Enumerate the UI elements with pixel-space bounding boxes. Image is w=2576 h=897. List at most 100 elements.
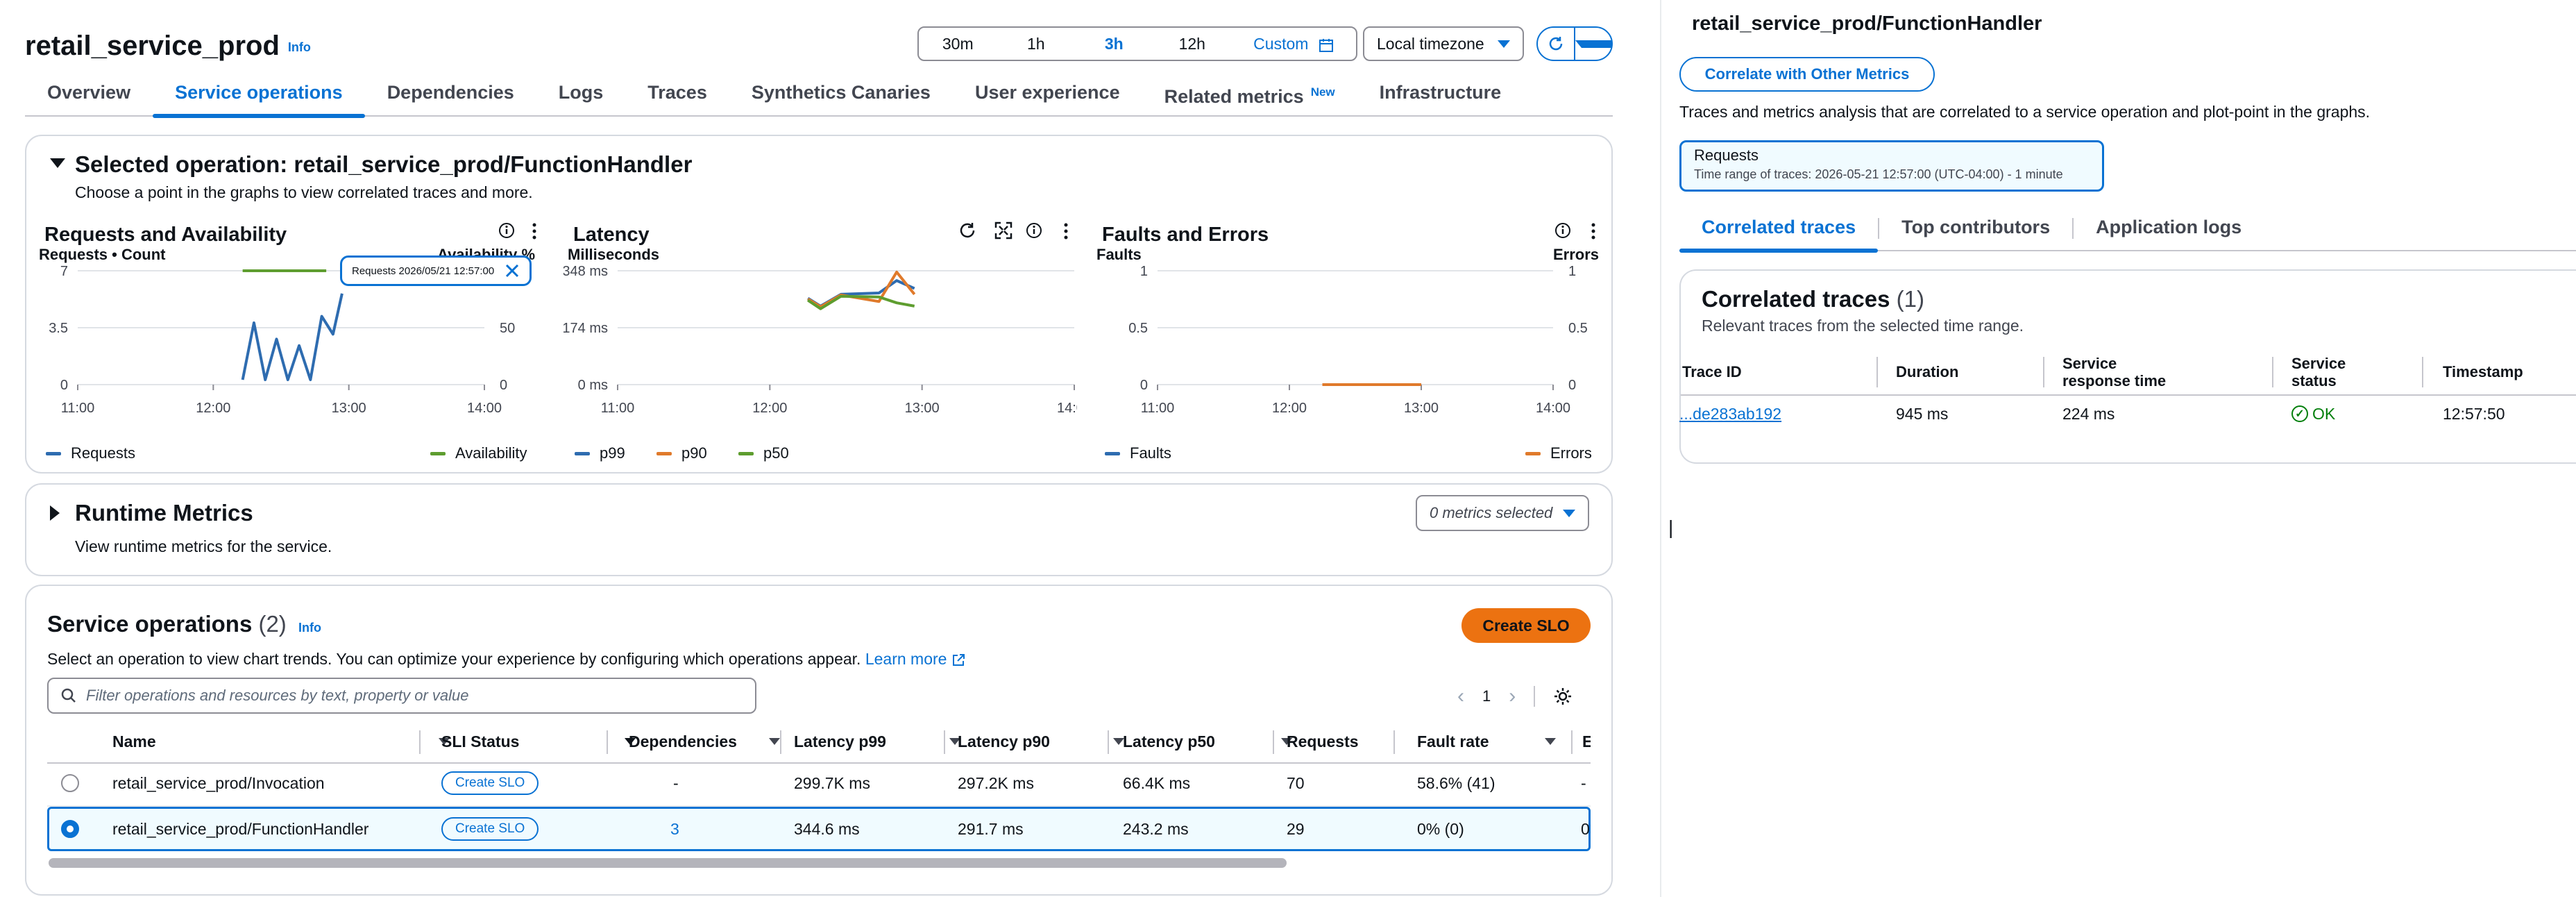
status-text: OK	[2312, 404, 2336, 423]
close-icon[interactable]	[505, 263, 520, 278]
refresh-options-button[interactable]	[1575, 28, 1611, 60]
sort-icon	[1545, 738, 1556, 745]
row-radio[interactable]	[61, 761, 79, 805]
more-options-icon[interactable]	[530, 222, 539, 240]
faults-errors-chart[interactable]: 0 0.5 1 0 0.5 1 11:00 12:00 13:00 14:00	[1094, 261, 1604, 428]
tab-user-experience[interactable]: User experience	[953, 72, 1142, 115]
col-latency-p50[interactable]: Latency p50	[1123, 721, 1292, 762]
range-3h[interactable]: 3h	[1075, 28, 1153, 60]
latency-chart[interactable]: 0 ms 174 ms 348 ms 11:00 12:00 13:00 14:00	[564, 261, 1077, 428]
horizontal-scrollbar[interactable]	[49, 858, 1287, 868]
collapse-toggle[interactable]	[50, 158, 65, 171]
tab-related-metrics[interactable]: Related metrics New	[1142, 72, 1357, 115]
cell-sli: Create SLO	[441, 809, 539, 849]
table-row[interactable]: retail_service_prod/Invocation Create SL…	[47, 761, 1591, 805]
legend-p90[interactable]: p90	[656, 444, 707, 462]
radio-button[interactable]	[61, 774, 79, 792]
y-tick-label: 0 ms	[578, 378, 608, 393]
col-timestamp[interactable]: Timestamp	[2443, 351, 2568, 393]
col-trace-id[interactable]: Trace ID	[1682, 351, 1849, 393]
page-number[interactable]: 1	[1482, 687, 1491, 705]
legend-p50[interactable]: p50	[738, 444, 789, 462]
col-service-response-time[interactable]: Service response time	[2062, 351, 2180, 393]
col-latency-p99[interactable]: Latency p99	[794, 721, 960, 762]
legend-swatch	[430, 451, 446, 455]
col-requests[interactable]: Requests	[1287, 721, 1370, 762]
info-icon[interactable]	[1554, 222, 1571, 239]
settings-gear-icon[interactable]	[1553, 687, 1573, 706]
cell-requests: 70	[1287, 773, 1305, 792]
col-p99-label: Latency p99	[794, 732, 886, 751]
chevron-down-icon	[1575, 40, 1611, 48]
prev-page-icon[interactable]: ‹	[1457, 685, 1464, 708]
panel-divider[interactable]	[1660, 0, 1661, 897]
time-range-selector: 30m 1h 3h 12h Custom	[917, 26, 1357, 61]
refresh-button[interactable]	[1538, 28, 1575, 60]
range-12h[interactable]: 12h	[1153, 28, 1232, 60]
tab-logs[interactable]: Logs	[536, 72, 626, 115]
col-latency-p90[interactable]: Latency p90	[958, 721, 1124, 762]
refresh-icon[interactable]	[958, 221, 977, 240]
range-30m[interactable]: 30m	[919, 28, 997, 60]
legend-requests[interactable]: Requests	[46, 444, 135, 462]
row-radio[interactable]	[61, 809, 79, 849]
col-service-status[interactable]: Service status	[2291, 351, 2361, 393]
legend-faults[interactable]: Faults	[1105, 444, 1171, 462]
info-link[interactable]: Info	[298, 621, 321, 635]
radio-button-selected[interactable]	[61, 820, 79, 838]
timezone-value: Local timezone	[1377, 34, 1484, 53]
tab-top-contributors[interactable]: Top contributors	[1879, 207, 2072, 250]
filter-input[interactable]: Filter operations and resources by text,…	[47, 678, 756, 714]
expand-toggle[interactable]	[50, 505, 60, 524]
col-fault-rate[interactable]: Fault rate	[1417, 721, 1556, 762]
expand-icon[interactable]	[994, 221, 1013, 240]
cell-deps: -	[673, 773, 679, 792]
trace-id-link[interactable]: ...de283ab192	[1679, 401, 1781, 426]
metrics-select[interactable]: 0 metrics selected	[1416, 495, 1589, 531]
tab-correlated-traces[interactable]: Correlated traces	[1679, 207, 1879, 253]
correlate-metrics-button[interactable]: Correlate with Other Metrics	[1679, 57, 1935, 92]
range-1h[interactable]: 1h	[997, 28, 1076, 60]
create-slo-row-button[interactable]: Create SLO	[441, 771, 539, 795]
legend-p99[interactable]: p99	[575, 444, 625, 462]
info-icon[interactable]	[498, 222, 515, 239]
tab-overview[interactable]: Overview	[25, 72, 153, 115]
next-page-icon[interactable]: ›	[1509, 685, 1516, 708]
timezone-select[interactable]: Local timezone	[1363, 26, 1524, 61]
more-options-icon[interactable]	[1589, 222, 1598, 240]
create-slo-button[interactable]: Create SLO	[1461, 608, 1591, 643]
tab-traces[interactable]: Traces	[625, 72, 729, 115]
tab-dependencies[interactable]: Dependencies	[365, 72, 536, 115]
tab-service-operations[interactable]: Service operations	[153, 72, 365, 118]
tab-synthetics-canaries[interactable]: Synthetics Canaries	[729, 72, 953, 115]
col-e[interactable]: E	[1582, 721, 1591, 762]
info-icon[interactable]	[1026, 222, 1042, 239]
col-name[interactable]: Name	[112, 721, 450, 762]
tab-application-logs[interactable]: Application logs	[2074, 207, 2264, 250]
cell-deps-link[interactable]: 3	[670, 809, 679, 849]
col-divider	[2272, 357, 2273, 387]
range-custom[interactable]: Custom	[1231, 28, 1356, 60]
operations-table-header: Name SLI Status Dependencies Latency p99…	[47, 721, 1591, 764]
legend-availability[interactable]: Availability	[430, 444, 527, 462]
more-options-icon[interactable]	[1062, 222, 1070, 240]
requests-availability-chart[interactable]: 03.5705010011:0012:0013:0014:00	[35, 261, 541, 428]
main-tabs: Overview Service operations Dependencies…	[25, 72, 1613, 118]
col-divider	[607, 730, 608, 754]
metrics-select-value: 0 metrics selected	[1430, 504, 1553, 521]
info-link[interactable]: Info	[288, 40, 311, 54]
cell-duration: 945 ms	[1896, 404, 1949, 423]
legend-errors[interactable]: Errors	[1525, 444, 1592, 462]
create-slo-row-button[interactable]: Create SLO	[441, 817, 539, 841]
cell-p50: 66.4K ms	[1123, 773, 1191, 792]
col-dependencies[interactable]: Dependencies	[629, 721, 780, 762]
legend-label: p90	[681, 444, 707, 462]
learn-more-link[interactable]: Learn more	[865, 650, 965, 668]
cell-name: retail_service_prod/FunctionHandler	[112, 819, 369, 838]
col-duration[interactable]: Duration	[1896, 351, 2035, 393]
table-row-selected[interactable]: retail_service_prod/FunctionHandler Crea…	[47, 807, 1591, 851]
x-tick-label: 13:00	[1404, 401, 1439, 416]
col-divider	[1571, 730, 1573, 754]
service-operations-title: Service operations (2) Info	[47, 611, 321, 637]
tab-infrastructure[interactable]: Infrastructure	[1357, 72, 1524, 115]
